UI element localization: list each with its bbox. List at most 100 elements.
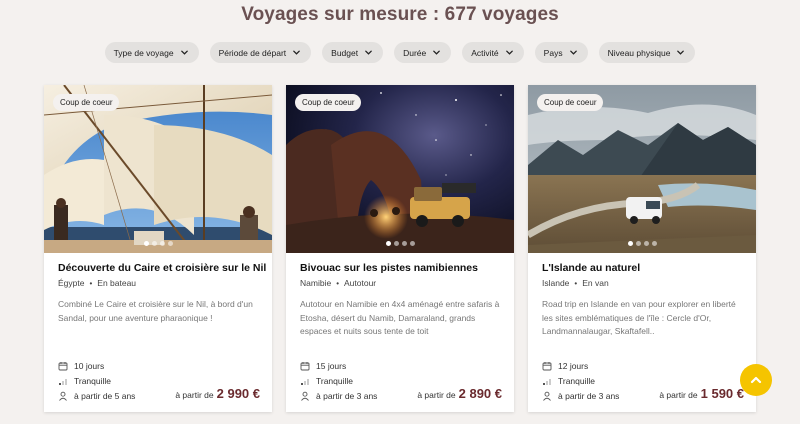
- filter-label: Période de départ: [218, 47, 287, 58]
- chevron-down-icon: [505, 50, 513, 55]
- price-amount: 2 990 €: [216, 386, 260, 401]
- age-text: à partir de 5 ans: [74, 391, 136, 401]
- filter-label: Pays: [543, 47, 563, 58]
- level-text: Tranquille: [558, 376, 596, 386]
- card-price: à partir de 1 590 €: [659, 386, 744, 401]
- filter-label: Niveau physique: [607, 47, 671, 58]
- filter-label: Activité: [471, 47, 499, 58]
- card-title[interactable]: Découverte du Caire et croisière sur le …: [58, 262, 266, 274]
- card-level: Tranquille: [300, 376, 353, 386]
- carousel-dot[interactable]: [393, 241, 399, 246]
- coup-de-coeur-badge: Coup de coeur: [537, 94, 604, 111]
- filter-label: Budget: [331, 47, 359, 58]
- card-country: Égypte: [58, 278, 85, 288]
- chevron-down-icon: [365, 50, 372, 55]
- filter-label: Type de voyage: [113, 47, 174, 58]
- calendar-icon: [300, 362, 310, 371]
- chevron-up-icon: [750, 376, 762, 384]
- card-subtitle: Namibie • Autotour: [300, 278, 376, 288]
- carousel-dot[interactable]: [401, 241, 407, 246]
- carousel-dot[interactable]: [167, 241, 173, 246]
- duration-text: 10 jours: [74, 361, 105, 371]
- filter-periode-de-depart[interactable]: Période de départ: [209, 42, 312, 63]
- bullet-separator: •: [89, 278, 93, 288]
- level-text: Tranquille: [316, 376, 354, 386]
- carousel-dot[interactable]: [409, 241, 415, 246]
- age-text: à partir de 3 ans: [316, 391, 378, 401]
- carousel-dot[interactable]: [143, 241, 149, 246]
- trip-card-namibie[interactable]: Coup de coeur Bivouac sur les pistes nam…: [286, 85, 514, 412]
- duration-text: 15 jours: [316, 361, 347, 371]
- carousel-dot[interactable]: [385, 241, 391, 246]
- signal-bars-icon: [543, 379, 551, 385]
- bullet-separator: •: [574, 278, 578, 288]
- card-subtitle: Égypte • En bateau: [58, 278, 136, 288]
- chevron-down-icon: [180, 50, 188, 55]
- chevron-down-icon: [433, 50, 441, 55]
- chevron-down-icon: [293, 50, 300, 55]
- carousel-dot[interactable]: [159, 241, 165, 246]
- person-icon: [543, 391, 551, 401]
- card-description: Combiné Le Caire et croisière sur le Nil…: [58, 299, 253, 323]
- card-duration: 12 jours: [542, 361, 588, 371]
- card-level: Tranquille: [542, 376, 595, 386]
- filter-budget[interactable]: Budget: [322, 42, 384, 63]
- filter-niveau-physique[interactable]: Niveau physique: [598, 42, 696, 63]
- card-level: Tranquille: [58, 376, 111, 386]
- page-title: Voyages sur mesure : 677 voyages: [241, 4, 559, 25]
- calendar-icon: [542, 362, 552, 371]
- card-image[interactable]: Coup de coeur: [44, 85, 272, 253]
- card-duration: 15 jours: [300, 361, 346, 371]
- carousel-dots: [286, 241, 514, 246]
- card-price: à partir de 2 990 €: [175, 386, 260, 401]
- filter-pays[interactable]: Pays: [534, 42, 588, 63]
- chevron-down-icon: [569, 50, 577, 55]
- price-prefix: à partir de: [417, 390, 456, 400]
- carousel-dot[interactable]: [635, 241, 641, 246]
- card-image[interactable]: Coup de coeur: [528, 85, 756, 253]
- card-description: Road trip en Islande en van pour explore…: [542, 299, 736, 336]
- person-icon: [301, 391, 309, 401]
- person-icon: [59, 391, 67, 401]
- carousel-dots: [528, 241, 756, 246]
- card-description: Autotour en Namibie en 4x4 aménagé entre…: [300, 299, 500, 336]
- trip-card-islande[interactable]: Coup de coeur L'Islande au naturel Islan…: [528, 85, 756, 412]
- price-prefix: à partir de: [175, 390, 214, 400]
- level-text: Tranquille: [74, 376, 112, 386]
- card-subtitle: Islande • En van: [542, 278, 609, 288]
- signal-bars-icon: [59, 379, 67, 385]
- card-price: à partir de 2 890 €: [417, 386, 502, 401]
- filter-activite[interactable]: Activité: [462, 42, 524, 63]
- card-image[interactable]: Coup de coeur: [286, 85, 514, 253]
- price-amount: 2 890 €: [458, 386, 502, 401]
- card-age: à partir de 3 ans: [542, 391, 619, 401]
- carousel-dot[interactable]: [627, 241, 633, 246]
- filter-duree[interactable]: Durée: [394, 42, 452, 63]
- card-title[interactable]: Bivouac sur les pistes namibiennes: [300, 262, 504, 274]
- card-duration: 10 jours: [58, 361, 104, 371]
- carousel-dot[interactable]: [643, 241, 649, 246]
- carousel-dot[interactable]: [151, 241, 157, 246]
- price-amount: 1 590 €: [700, 386, 744, 401]
- coup-de-coeur-badge: Coup de coeur: [53, 94, 120, 111]
- card-age: à partir de 5 ans: [58, 391, 135, 401]
- chevron-down-icon: [677, 50, 685, 55]
- calendar-icon: [58, 362, 68, 371]
- trip-card-egypte[interactable]: Coup de coeur Découverte du Caire et cro…: [44, 85, 272, 412]
- scroll-to-top-button[interactable]: [740, 364, 772, 396]
- card-mode: En van: [582, 278, 609, 288]
- filter-label: Durée: [403, 47, 427, 58]
- coup-de-coeur-badge: Coup de coeur: [295, 94, 362, 111]
- carousel-dot[interactable]: [651, 241, 657, 246]
- card-title[interactable]: L'Islande au naturel: [542, 262, 746, 274]
- duration-text: 12 jours: [558, 361, 589, 371]
- card-mode: En bateau: [97, 278, 137, 288]
- age-text: à partir de 3 ans: [558, 391, 620, 401]
- card-age: à partir de 3 ans: [300, 391, 377, 401]
- filter-bar: Type de voyage Période de départ Budget …: [0, 42, 800, 63]
- carousel-dots: [44, 241, 272, 246]
- card-mode: Autotour: [344, 278, 377, 288]
- card-country: Islande: [542, 278, 570, 288]
- filter-type-de-voyage[interactable]: Type de voyage: [104, 42, 199, 63]
- price-prefix: à partir de: [659, 390, 698, 400]
